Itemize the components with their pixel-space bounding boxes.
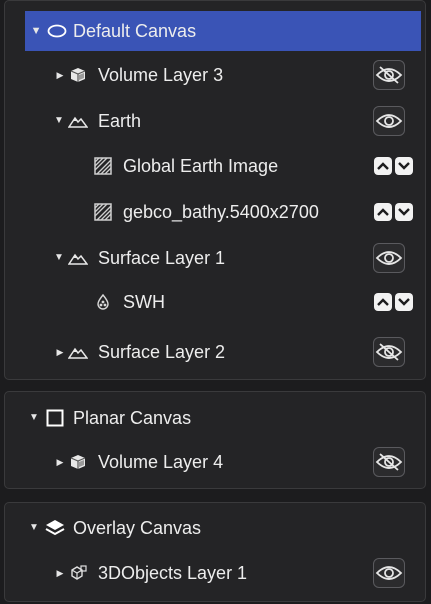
collapse-triangle-icon[interactable]: ▼ <box>31 26 42 37</box>
chevron-up-icon <box>377 162 389 170</box>
square-icon <box>45 408 65 428</box>
layer-row[interactable]: ▶ Surface Layer 2 <box>5 332 425 372</box>
mountain-icon <box>68 342 88 362</box>
visibility-toggle-button[interactable] <box>373 60 405 90</box>
layer-label: 3DObjects Layer 1 <box>98 563 248 583</box>
chevron-up-icon <box>377 208 389 216</box>
chevron-down-icon <box>398 298 410 306</box>
visibility-toggle-button[interactable] <box>373 447 405 477</box>
canvas-title: Default Canvas <box>73 21 197 41</box>
move-up-button[interactable] <box>374 157 392 175</box>
layer-row[interactable]: ▶ Volume Layer 4 <box>5 442 425 482</box>
move-up-button[interactable] <box>374 203 392 221</box>
expand-triangle-icon[interactable]: ▶ <box>55 70 65 80</box>
ellipse-icon <box>47 21 67 41</box>
eye-slash-icon <box>375 343 403 361</box>
canvas-header-planar[interactable]: ▼ Planar Canvas <box>5 398 425 438</box>
texture-icon <box>93 156 113 176</box>
sublayer-row[interactable]: SWH <box>5 282 425 322</box>
collapse-triangle-icon[interactable]: ▼ <box>54 253 64 263</box>
visibility-toggle-button[interactable] <box>373 106 405 136</box>
canvas-header-overlay[interactable]: ▼ Overlay Canvas <box>5 508 425 548</box>
reorder-buttons <box>374 293 413 311</box>
expand-triangle-icon[interactable]: ▶ <box>55 568 65 578</box>
eye-icon <box>375 251 403 265</box>
reorder-buttons <box>374 157 413 175</box>
layer-row[interactable]: ▼ Surface Layer 1 <box>5 238 425 278</box>
mountain-icon <box>68 248 88 268</box>
collapse-triangle-icon[interactable]: ▼ <box>29 523 39 533</box>
dropset-icon <box>93 292 113 312</box>
chevron-up-icon <box>377 298 389 306</box>
move-down-button[interactable] <box>395 157 413 175</box>
move-up-button[interactable] <box>374 293 392 311</box>
layer-row[interactable]: ▼ Earth <box>5 101 425 141</box>
objects-icon <box>68 563 88 583</box>
eye-icon <box>375 114 403 128</box>
layer-label: Surface Layer 2 <box>98 342 226 362</box>
planar-canvas-panel: ▼ Planar Canvas ▶ Volume Layer 4 <box>4 391 426 489</box>
visibility-toggle-button[interactable] <box>373 558 405 588</box>
sublayer-row[interactable]: gebco_bathy.5400x2700 <box>5 192 425 232</box>
expand-triangle-icon[interactable]: ▶ <box>55 457 65 467</box>
mountain-icon <box>68 111 88 131</box>
eye-slash-icon <box>375 66 403 84</box>
visibility-toggle-button[interactable] <box>373 243 405 273</box>
stack-icon <box>45 518 65 538</box>
default-canvas-panel: ▼ Default Canvas ▶ Volume Layer 3 ▼ Eart… <box>4 0 426 380</box>
canvas-title: Planar Canvas <box>73 408 192 428</box>
cube-icon <box>68 452 88 472</box>
cube-icon <box>68 65 88 85</box>
eye-slash-icon <box>375 453 403 471</box>
visibility-toggle-button[interactable] <box>373 337 405 367</box>
layer-label: Volume Layer 4 <box>98 452 224 472</box>
canvas-title: Overlay Canvas <box>73 518 202 538</box>
texture-icon <box>93 202 113 222</box>
layer-label: Earth <box>98 111 142 131</box>
sublayer-row[interactable]: Global Earth Image <box>5 146 425 186</box>
layer-label: Volume Layer 3 <box>98 65 224 85</box>
layer-label: Surface Layer 1 <box>98 248 226 268</box>
move-down-button[interactable] <box>395 293 413 311</box>
reorder-buttons <box>374 203 413 221</box>
sublayer-label: Global Earth Image <box>123 156 279 176</box>
sublayer-label: SWH <box>123 292 165 312</box>
layer-row[interactable]: ▶ Volume Layer 3 <box>5 55 425 95</box>
collapse-triangle-icon[interactable]: ▼ <box>29 413 39 423</box>
chevron-down-icon <box>398 208 410 216</box>
eye-icon <box>375 566 403 580</box>
sublayer-label: gebco_bathy.5400x2700 <box>123 202 319 222</box>
expand-triangle-icon[interactable]: ▶ <box>55 347 65 357</box>
canvas-header-default[interactable]: ▼ Default Canvas <box>25 11 421 51</box>
chevron-down-icon <box>398 162 410 170</box>
overlay-canvas-panel: ▼ Overlay Canvas ▶ 3DObjects Layer 1 <box>4 502 426 602</box>
collapse-triangle-icon[interactable]: ▼ <box>54 116 64 126</box>
move-down-button[interactable] <box>395 203 413 221</box>
layer-row[interactable]: ▶ 3DObjects Layer 1 <box>5 553 425 593</box>
